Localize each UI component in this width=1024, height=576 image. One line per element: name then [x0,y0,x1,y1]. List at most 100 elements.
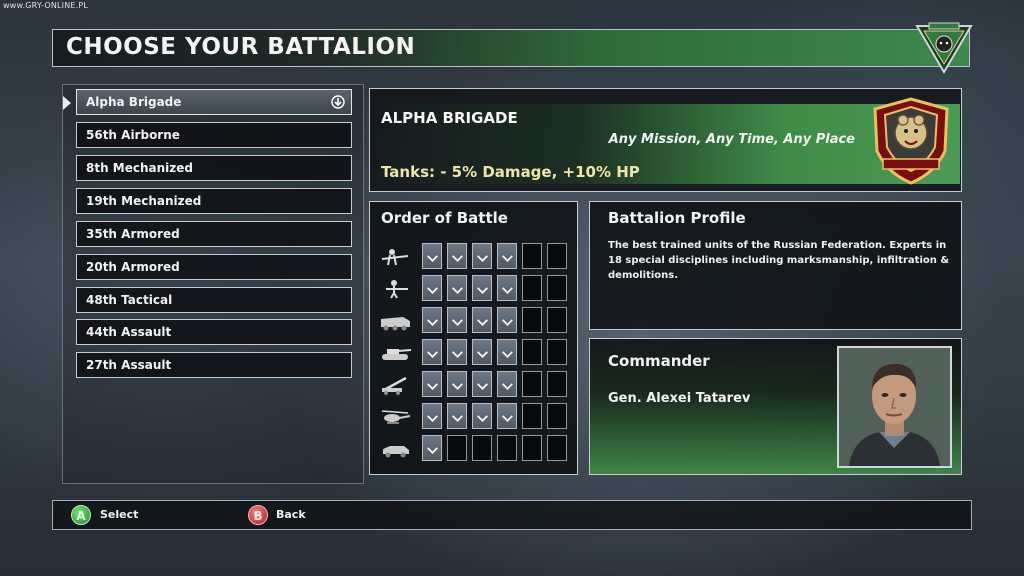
unit-slot-empty[interactable] [472,435,492,461]
battalion-list-item-label: 20th Armored [86,260,180,274]
commander-title: Commander [608,352,710,370]
unit-slot-filled[interactable] [472,243,492,269]
order-of-battle-row [376,275,576,303]
back-prompt-label[interactable]: Back [276,508,306,521]
unit-slot-empty[interactable] [547,371,567,397]
unit-slot-filled[interactable] [472,371,492,397]
unit-slot-filled[interactable] [497,243,517,269]
unit-slot-filled[interactable] [422,243,442,269]
battalion-list-item[interactable]: Alpha Brigade [76,89,352,115]
unit-slot-filled[interactable] [422,307,442,333]
unit-slot-empty[interactable] [522,403,542,429]
battalion-list-item-label: 44th Assault [86,325,172,339]
commander-portrait [837,346,952,468]
battalion-list-item[interactable]: 20th Armored [76,254,352,280]
battalion-list-item-label: 27th Assault [86,358,172,372]
battalion-list-item[interactable]: 48th Tactical [76,287,352,313]
unit-slot-filled[interactable] [472,339,492,365]
unit-slot-empty[interactable] [497,435,517,461]
button-prompt-bar: A Select B Back [52,500,972,530]
unit-slot-filled[interactable] [447,339,467,365]
unit-slot-empty[interactable] [547,435,567,461]
screen-title: CHOOSE YOUR BATTALION [66,34,416,60]
order-of-battle-row [376,435,576,463]
battalion-motto: Any Mission, Any Time, Any Place [608,132,855,147]
a-button-icon[interactable]: A [71,505,91,525]
tank-icon [382,349,412,360]
artillery-icon [382,376,407,395]
battalion-list-item-label: 8th Mechanized [86,161,194,175]
unit-slot-empty[interactable] [547,307,567,333]
soldier-icon [386,280,408,299]
unit-slot-filled[interactable] [447,307,467,333]
battalion-bonus: Tanks: - 5% Damage, +10% HP [381,163,640,181]
unit-slot-empty[interactable] [547,275,567,301]
select-prompt-label[interactable]: Select [100,508,138,521]
battalion-banner: ALPHA BRIGADE Any Mission, Any Time, Any… [369,88,962,192]
order-of-battle-title: Order of Battle [381,209,508,227]
unit-slot-filled[interactable] [447,403,467,429]
unit-slot-empty[interactable] [522,435,542,461]
unit-slot-filled[interactable] [472,403,492,429]
selection-arrow-icon [63,96,71,110]
watermark: www.GRY-ONLINE.PL [3,1,89,10]
unit-slot-filled[interactable] [422,339,442,365]
unit-slot-filled[interactable] [497,275,517,301]
battalion-list-item[interactable]: 19th Mechanized [76,188,352,214]
download-icon [331,95,345,109]
battalion-profile-text: The best trained units of the Russian Fe… [608,240,950,281]
unit-slot-filled[interactable] [497,403,517,429]
order-of-battle-row [376,243,576,271]
unit-slot-filled[interactable] [447,243,467,269]
bear-shield-emblem-icon [873,97,949,185]
unit-slot-filled[interactable] [497,371,517,397]
unit-slot-filled[interactable] [472,307,492,333]
order-of-battle-panel: Order of Battle [369,201,578,475]
unit-slot-filled[interactable] [422,275,442,301]
battalion-list-item[interactable]: 35th Armored [76,221,352,247]
unit-slot-filled[interactable] [472,275,492,301]
recon-vehicle-icon [383,446,409,458]
battalion-name: ALPHA BRIGADE [381,109,518,127]
spetsnaz-triangle-emblem-icon [915,22,973,74]
battalion-list-item-label: 56th Airborne [86,128,180,142]
unit-slot-empty[interactable] [522,339,542,365]
unit-slot-empty[interactable] [522,275,542,301]
unit-slot-empty[interactable] [522,307,542,333]
helicopter-icon [381,410,411,424]
commander-panel: Commander Gen. Alexei Tatarev [589,338,962,475]
battalion-list-item-label: Alpha Brigade [86,95,182,109]
battalion-list-item[interactable]: 8th Mechanized [76,155,352,181]
unit-slot-filled[interactable] [497,307,517,333]
unit-slot-empty[interactable] [447,435,467,461]
order-of-battle-row [376,339,576,367]
unit-slot-filled[interactable] [422,403,442,429]
unit-slot-filled[interactable] [422,435,442,461]
order-of-battle-row [376,403,576,431]
order-of-battle-row [376,307,576,335]
battalion-profile-panel: Battalion Profile The best trained units… [589,201,962,330]
battalion-list-item[interactable]: 27th Assault [76,352,352,378]
unit-slot-empty[interactable] [547,403,567,429]
battalion-list-item[interactable]: 56th Airborne [76,122,352,148]
battalion-list-item-label: 48th Tactical [86,293,173,307]
b-button-icon[interactable]: B [248,505,268,525]
unit-slot-empty[interactable] [522,243,542,269]
order-of-battle-row [376,371,576,399]
battalion-profile-title: Battalion Profile [608,209,746,227]
unit-slot-empty[interactable] [547,339,567,365]
screen-header: CHOOSE YOUR BATTALION [52,29,970,67]
unit-slot-filled[interactable] [447,371,467,397]
unit-slot-empty[interactable] [547,243,567,269]
rifleman-icon [381,249,409,266]
unit-slot-empty[interactable] [522,371,542,397]
apc-icon [381,317,410,331]
unit-slot-filled[interactable] [497,339,517,365]
battalion-list-item-label: 19th Mechanized [86,194,202,208]
commander-name: Gen. Alexei Tatarev [608,391,751,406]
unit-slot-filled[interactable] [422,371,442,397]
commander-face-icon [839,348,950,466]
unit-slot-filled[interactable] [447,275,467,301]
battalion-list-item-label: 35th Armored [86,227,180,241]
battalion-list-item[interactable]: 44th Assault [76,319,352,345]
